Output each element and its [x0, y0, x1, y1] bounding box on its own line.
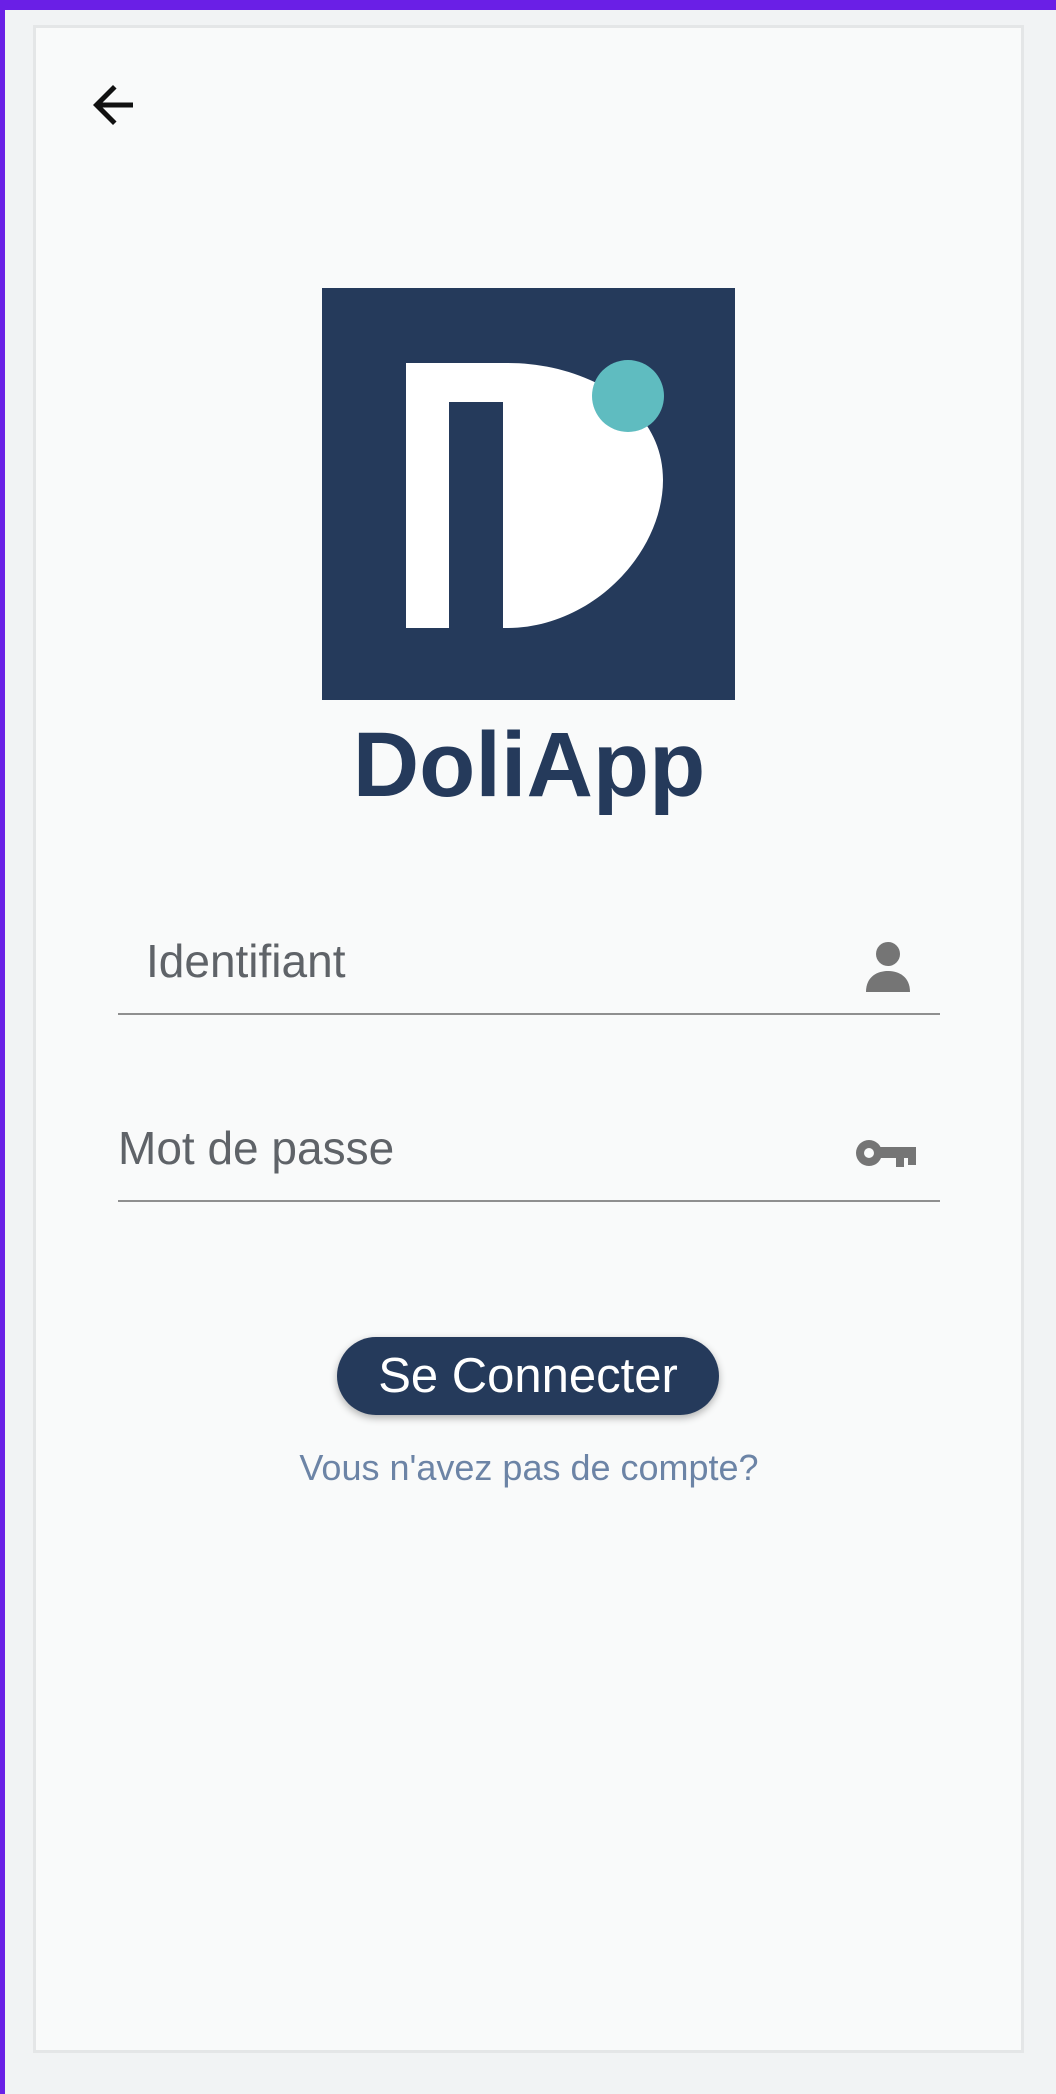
login-button[interactable]: Se Connecter — [337, 1337, 719, 1415]
window-frame-top — [0, 0, 1056, 10]
username-input[interactable] — [146, 915, 840, 1007]
password-field — [118, 1102, 940, 1202]
app-title: DoliApp — [352, 714, 706, 816]
key-icon — [852, 1120, 918, 1186]
password-input[interactable] — [118, 1102, 840, 1194]
person-icon — [860, 931, 916, 1001]
back-button[interactable] — [78, 70, 148, 140]
username-field — [118, 915, 940, 1015]
arrow-left-icon — [93, 85, 133, 125]
doliapp-logo — [322, 288, 735, 700]
window-frame-left — [0, 0, 5, 2094]
signup-link[interactable]: Vous n'avez pas de compte? — [200, 1442, 858, 1494]
